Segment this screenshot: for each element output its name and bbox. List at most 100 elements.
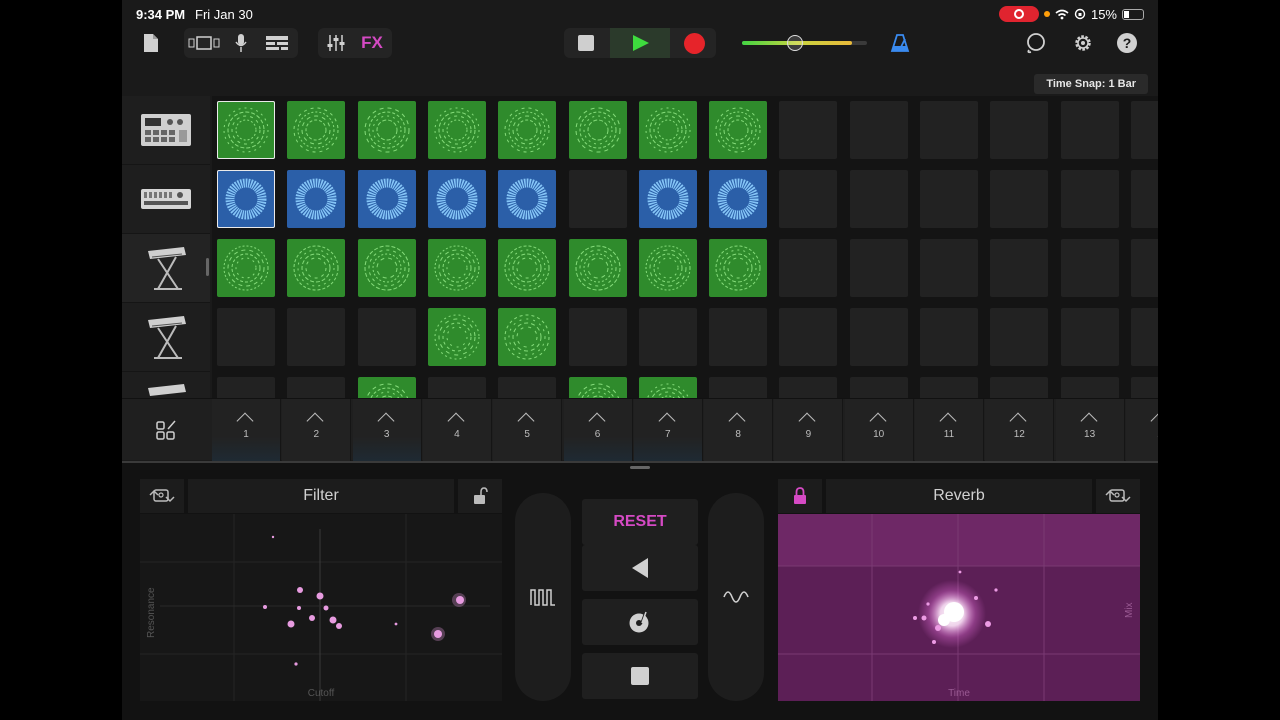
filter-xy-pad[interactable]: Cutoff Resonance <box>140 514 502 701</box>
empty-cell[interactable] <box>287 377 346 398</box>
empty-cell[interactable] <box>779 239 838 297</box>
loop-cell[interactable] <box>287 170 346 228</box>
edit-scenes-button[interactable] <box>122 399 210 461</box>
record-button[interactable] <box>684 33 705 54</box>
track-header-drum-machine[interactable] <box>122 96 210 165</box>
empty-cell[interactable] <box>920 308 978 366</box>
volume-knob[interactable] <box>786 35 803 51</box>
microphone-icon[interactable] <box>224 28 258 58</box>
mixer-icon[interactable] <box>318 28 354 58</box>
empty-cell[interactable] <box>920 377 978 398</box>
empty-cell[interactable] <box>920 239 978 297</box>
empty-cell[interactable] <box>1130 377 1158 398</box>
time-snap-button[interactable]: Time Snap: 1 Bar <box>1034 74 1148 94</box>
empty-cell[interactable] <box>568 308 627 366</box>
empty-cell[interactable] <box>1130 239 1158 297</box>
loop-cell[interactable] <box>638 377 697 398</box>
scene-trigger[interactable]: 1 <box>212 399 281 461</box>
empty-cell[interactable] <box>1060 377 1119 398</box>
loop-cell[interactable] <box>357 170 416 228</box>
empty-cell[interactable] <box>1060 101 1119 159</box>
loop-cell[interactable] <box>427 239 486 297</box>
loop-cell[interactable] <box>357 239 416 297</box>
scene-trigger[interactable]: 12 <box>985 399 1055 461</box>
empty-cell[interactable] <box>849 170 908 228</box>
loop-cell[interactable] <box>498 101 557 159</box>
loop-cell[interactable] <box>357 377 416 398</box>
gate-button[interactable] <box>515 493 571 701</box>
scene-trigger[interactable]: 3 <box>352 399 422 461</box>
empty-cell[interactable] <box>1130 170 1158 228</box>
scene-trigger[interactable]: 13 <box>1055 399 1125 461</box>
metronome-icon[interactable] <box>890 28 910 58</box>
empty-cell[interactable] <box>849 377 908 398</box>
reset-button[interactable]: RESET <box>582 499 698 545</box>
track-resize-handle[interactable] <box>206 258 209 276</box>
loop-cell[interactable] <box>427 101 486 159</box>
help-button[interactable]: ? <box>1117 33 1137 53</box>
play-button[interactable] <box>610 28 670 58</box>
empty-cell[interactable] <box>287 308 346 366</box>
scene-trigger[interactable]: 4 <box>422 399 492 461</box>
empty-cell[interactable] <box>920 170 978 228</box>
scene-trigger[interactable]: 5 <box>493 399 563 461</box>
empty-cell[interactable] <box>498 377 557 398</box>
empty-cell[interactable] <box>920 101 978 159</box>
loop-cell[interactable] <box>498 170 557 228</box>
empty-cell[interactable] <box>779 101 838 159</box>
loop-cell[interactable] <box>568 101 627 159</box>
empty-cell[interactable] <box>709 377 768 398</box>
loop-cell[interactable] <box>638 239 697 297</box>
loop-icon[interactable] <box>1024 28 1048 58</box>
empty-cell[interactable] <box>709 308 768 366</box>
empty-cell[interactable] <box>1130 308 1158 366</box>
loop-cell[interactable] <box>357 101 416 159</box>
stop-icon[interactable] <box>578 35 594 51</box>
scene-trigger[interactable]: 11 <box>915 399 984 461</box>
loop-cell[interactable] <box>568 377 627 398</box>
empty-cell[interactable] <box>990 308 1049 366</box>
empty-cell[interactable] <box>427 377 486 398</box>
empty-cell[interactable] <box>779 308 838 366</box>
empty-cell[interactable] <box>1130 101 1158 159</box>
fx-button[interactable]: FX <box>354 28 390 58</box>
scene-trigger[interactable]: 9 <box>774 399 844 461</box>
scene-trigger[interactable]: 2 <box>282 399 352 461</box>
loop-cell[interactable] <box>427 308 486 366</box>
scene-trigger[interactable]: 10 <box>844 399 914 461</box>
loop-cell[interactable] <box>217 101 275 159</box>
empty-cell[interactable] <box>217 377 275 398</box>
empty-cell[interactable] <box>217 308 275 366</box>
loop-cell[interactable] <box>498 308 557 366</box>
loop-cell[interactable] <box>709 239 768 297</box>
tracks-view-icon[interactable] <box>258 28 296 58</box>
master-volume-slider[interactable] <box>742 35 867 51</box>
tape-stop-button[interactable] <box>582 653 698 699</box>
loop-cell[interactable] <box>287 239 346 297</box>
empty-cell[interactable] <box>779 377 838 398</box>
swap-effect-icon[interactable] <box>140 479 184 513</box>
empty-cell[interactable] <box>849 101 908 159</box>
loop-cell[interactable] <box>217 239 275 297</box>
loop-cell[interactable] <box>568 239 627 297</box>
empty-cell[interactable] <box>990 101 1049 159</box>
empty-cell[interactable] <box>1060 308 1119 366</box>
track-header-beat-sequencer[interactable] <box>122 165 210 234</box>
scratch-button[interactable] <box>582 599 698 645</box>
reverb-xy-pad[interactable]: Time Mix <box>778 514 1140 701</box>
loop-cell[interactable] <box>638 101 697 159</box>
lock-icon[interactable] <box>778 479 822 513</box>
scene-trigger[interactable]: 7 <box>633 399 703 461</box>
loop-cell[interactable] <box>217 170 275 228</box>
loop-cell[interactable] <box>709 170 768 228</box>
empty-cell[interactable] <box>1060 239 1119 297</box>
loop-cell[interactable] <box>287 101 346 159</box>
reverse-button[interactable] <box>582 545 698 591</box>
track-header-keyboard-2[interactable] <box>122 303 210 372</box>
empty-cell[interactable] <box>779 170 838 228</box>
resize-handle[interactable] <box>630 466 650 469</box>
settings-icon[interactable] <box>1071 28 1095 58</box>
scene-trigger[interactable]: 8 <box>704 399 774 461</box>
loop-cell[interactable] <box>709 101 768 159</box>
empty-cell[interactable] <box>990 377 1049 398</box>
